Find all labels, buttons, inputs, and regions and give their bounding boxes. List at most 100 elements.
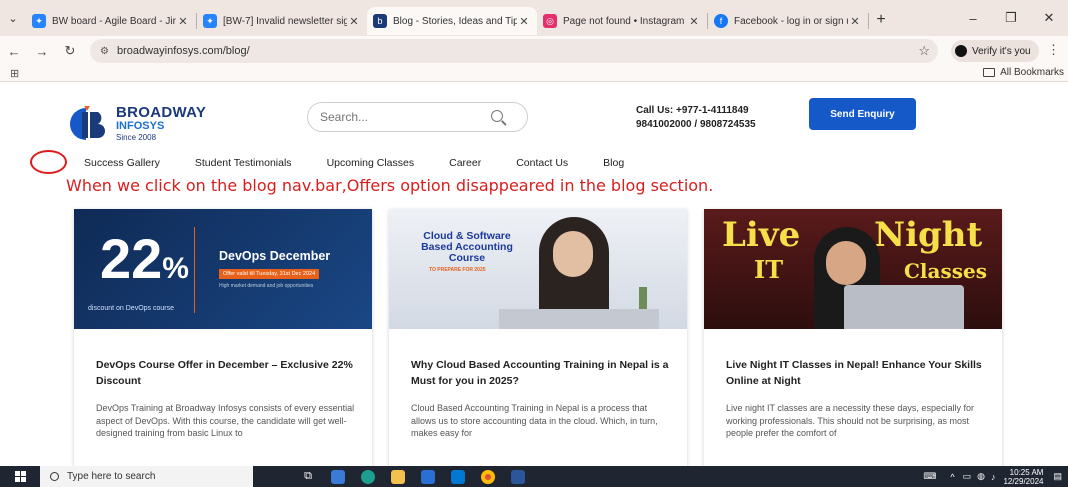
blog-card[interactable]: Cloud & Software Based Accounting Course… bbox=[389, 209, 687, 466]
close-window-icon[interactable]: ✕ bbox=[1030, 10, 1068, 26]
tab-blog[interactable]: b Blog - Stories, Ideas and Tip ✕ bbox=[367, 7, 537, 35]
person-face bbox=[826, 241, 866, 285]
post-title[interactable]: DevOps Course Offer in December – Exclus… bbox=[96, 357, 356, 389]
restore-icon[interactable]: ❐ bbox=[992, 10, 1030, 26]
tab-title: Blog - Stories, Ideas and Tip bbox=[393, 15, 517, 27]
search-icon[interactable] bbox=[491, 110, 503, 122]
nav-career[interactable]: Career bbox=[449, 157, 481, 169]
close-icon[interactable]: ✕ bbox=[176, 15, 190, 28]
blog-thumbnail: Live Night IT Classes bbox=[704, 209, 1002, 329]
post-title[interactable]: Live Night IT Classes in Nepal! Enhance … bbox=[726, 357, 986, 389]
post-title[interactable]: Why Cloud Based Accounting Training in N… bbox=[411, 357, 671, 389]
verify-profile-button[interactable]: Verify it's you bbox=[951, 40, 1039, 62]
volume-icon[interactable]: ♪ bbox=[991, 472, 996, 482]
new-tab-plus-icon[interactable]: + bbox=[869, 11, 893, 29]
chevron-up-icon[interactable]: ^ bbox=[950, 472, 954, 482]
nav-success-gallery[interactable]: Success Gallery bbox=[84, 157, 160, 169]
blog-thumbnail: Cloud & Software Based Accounting Course… bbox=[389, 209, 687, 329]
logo-sub: INFOSYS bbox=[116, 120, 165, 132]
plant bbox=[639, 287, 647, 309]
tab-title: Facebook - log in or sign up bbox=[734, 15, 848, 27]
more-menu-icon[interactable]: ⋮ bbox=[1047, 42, 1060, 58]
site-search bbox=[307, 102, 528, 132]
post-excerpt: DevOps Training at Broadway Infosys cons… bbox=[96, 403, 355, 438]
tab-instagram[interactable]: ◎ Page not found • Instagram ✕ bbox=[537, 7, 707, 35]
keyboard-icon[interactable]: ⌨ bbox=[923, 471, 936, 482]
thumb-tag: TO PREPARE FOR 2025 bbox=[429, 267, 486, 273]
network-icon[interactable]: ◍ bbox=[977, 471, 985, 482]
tab-title: Page not found • Instagram bbox=[563, 15, 685, 27]
search-input[interactable] bbox=[320, 110, 470, 124]
reload-icon[interactable]: ↻ bbox=[56, 43, 84, 59]
close-icon[interactable]: ✕ bbox=[687, 15, 701, 28]
thumb-divider bbox=[194, 227, 195, 313]
battery-icon[interactable]: ▭ bbox=[963, 471, 972, 482]
annotation-circle bbox=[30, 150, 67, 174]
address-bar[interactable]: ⚙ broadwayinfosys.com/blog/ ☆ bbox=[90, 39, 938, 63]
taskbar-search[interactable]: Type here to search bbox=[40, 466, 253, 487]
close-icon[interactable]: ✕ bbox=[848, 15, 862, 28]
blog-card[interactable]: 22% discount on DevOps course DevOps Dec… bbox=[74, 209, 372, 466]
bookmark-star-icon[interactable]: ☆ bbox=[918, 43, 930, 59]
back-arrow-icon[interactable]: ← bbox=[0, 44, 28, 59]
clock[interactable]: 10:25 AM 12/29/2024 bbox=[1003, 468, 1043, 486]
webpage: BROADWAY INFOSYS Since 2008 Call Us: +97… bbox=[0, 82, 1068, 466]
all-bookmarks-button[interactable]: All Bookmarks bbox=[983, 67, 1064, 78]
thumb-title: Cloud & Software Based Accounting Course bbox=[421, 230, 513, 264]
blog-card[interactable]: Live Night IT Classes Live Night IT Clas… bbox=[704, 209, 1002, 466]
clock-date: 12/29/2024 bbox=[1003, 476, 1044, 486]
nav-student-testimonials[interactable]: Student Testimonials bbox=[195, 157, 292, 169]
store-icon[interactable] bbox=[413, 466, 443, 487]
word-icon[interactable] bbox=[503, 466, 533, 487]
apps-grid-icon[interactable]: ⊞ bbox=[10, 67, 19, 80]
nav-blog[interactable]: Blog bbox=[603, 157, 624, 169]
tab-facebook[interactable]: f Facebook - log in or sign up ✕ bbox=[708, 7, 868, 35]
post-excerpt: Cloud Based Accounting Training in Nepal… bbox=[411, 403, 658, 438]
jira-icon: ✦ bbox=[32, 14, 46, 28]
tab-title: [BW-7] Invalid newsletter sig bbox=[223, 15, 347, 27]
site-info-icon[interactable]: ⚙ bbox=[100, 46, 109, 57]
person-face bbox=[553, 231, 593, 277]
app-icon[interactable] bbox=[443, 466, 473, 487]
forward-arrow-icon[interactable]: → bbox=[28, 44, 56, 59]
minimize-icon[interactable]: – bbox=[954, 11, 992, 26]
bookmarks-bar: ⊞ All Bookmarks bbox=[0, 66, 1068, 82]
app-icon[interactable] bbox=[323, 466, 353, 487]
instagram-icon: ◎ bbox=[543, 14, 557, 28]
avatar bbox=[955, 45, 967, 57]
nav-contact-us[interactable]: Contact Us bbox=[516, 157, 568, 169]
post-excerpt: Live night IT classes are a necessity th… bbox=[726, 403, 974, 438]
task-view-icon[interactable]: ⧉ bbox=[293, 466, 323, 487]
close-icon[interactable]: ✕ bbox=[347, 15, 361, 28]
verify-label: Verify it's you bbox=[972, 45, 1031, 57]
thumb-night: Night bbox=[874, 215, 983, 255]
clock-time: 10:25 AM bbox=[1009, 467, 1044, 477]
system-tray: ⌨ ^ ▭ ◍ ♪ 10:25 AM 12/29/2024 ▤ bbox=[923, 466, 1062, 487]
all-bookmarks-label: All Bookmarks bbox=[1000, 67, 1064, 78]
notification-icon[interactable]: ▤ bbox=[1053, 471, 1062, 482]
tab-jira-issue[interactable]: ✦ [BW-7] Invalid newsletter sig ✕ bbox=[197, 7, 367, 35]
call-line-1: Call Us: +977-1-4111849 bbox=[636, 105, 749, 116]
chrome-icon[interactable] bbox=[473, 466, 503, 487]
tab-search-chevron-icon[interactable]: ⌄ bbox=[0, 12, 26, 25]
broadway-logo[interactable]: BROADWAY INFOSYS Since 2008 bbox=[66, 100, 206, 146]
tab-strip: ⌄ ✦ BW board - Agile Board - Jir ✕ ✦ [BW… bbox=[0, 0, 1068, 36]
logo-mark-icon bbox=[70, 106, 105, 140]
thumb-title: DevOps December bbox=[219, 249, 331, 263]
windows-start-icon[interactable] bbox=[0, 466, 40, 487]
taskbar: Type here to search ⧉ ⌨ ^ ▭ ◍ ♪ 10:25 AM… bbox=[0, 466, 1068, 487]
send-enquiry-button[interactable]: Send Enquiry bbox=[809, 98, 916, 130]
thumb-classes: Classes bbox=[904, 259, 987, 283]
broadway-favicon-icon: b bbox=[373, 14, 387, 28]
close-icon[interactable]: ✕ bbox=[517, 15, 531, 28]
tab-jira-board[interactable]: ✦ BW board - Agile Board - Jir ✕ bbox=[26, 7, 196, 35]
thumb-big-number: 22 bbox=[100, 227, 163, 290]
toolbar: ← → ↻ ⚙ broadwayinfosys.com/blog/ ☆ bbox=[0, 36, 1068, 66]
call-line-2: 9841002000 / 9808724535 bbox=[636, 119, 756, 130]
thumb-tag2: High market demand and job opportunities bbox=[219, 283, 314, 289]
file-explorer-icon[interactable] bbox=[383, 466, 413, 487]
folder-icon bbox=[983, 68, 996, 77]
blog-thumbnail: 22% discount on DevOps course DevOps Dec… bbox=[74, 209, 372, 329]
nav-upcoming-classes[interactable]: Upcoming Classes bbox=[327, 157, 415, 169]
edge-icon[interactable] bbox=[353, 466, 383, 487]
